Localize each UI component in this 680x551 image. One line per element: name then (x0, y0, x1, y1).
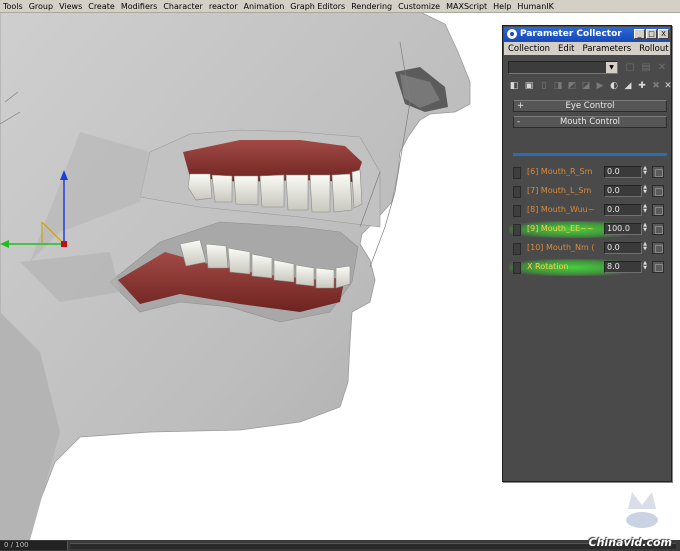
add-selected-icon[interactable]: ▣ (523, 80, 535, 92)
param-label: [10] Mouth_Nm ( (527, 243, 595, 252)
rollout-divider (513, 153, 667, 156)
dialog-menubar: Collection Edit Parameters Rollout (504, 42, 670, 55)
param-select-checkbox[interactable] (513, 243, 521, 255)
parameter-collector-dialog: Parameter Collector _ □ X Collection Edi… (502, 25, 672, 482)
app-icon (507, 29, 517, 39)
rollout-label: Mouth Control (559, 117, 621, 127)
param-select-checkbox[interactable] (513, 167, 521, 179)
param-row[interactable]: X Rotation 8.0 ▲ ▼ (509, 259, 667, 276)
chevron-down-icon[interactable]: ▼ (606, 62, 617, 73)
move-down-icon[interactable]: ◩ (566, 80, 578, 92)
rollout-collapse-icon: - (517, 117, 521, 127)
minimize-button[interactable]: _ (634, 29, 645, 39)
param-row[interactable]: [8] Mouth_Wuu~ 0.0 ▲ ▼ (513, 203, 667, 218)
dialog-title: Parameter Collector (520, 29, 622, 39)
param-value-field[interactable]: 100.0 (604, 223, 642, 235)
delete-all-icon[interactable]: ✕ (662, 80, 674, 92)
collection-row: ▼ ▢ ▤ ✕ (508, 60, 668, 76)
param-spinner[interactable]: ▲ ▼ (642, 242, 648, 254)
main-menubar: Tools Group Views Create Modifiers Chara… (0, 0, 680, 13)
key-icon[interactable] (652, 261, 664, 273)
watermark-logo (626, 492, 658, 528)
watermark-text: Chinavid.com (588, 536, 672, 549)
collector-toolbar: ◧ ▣ ▯ ◨ ◩ ◪ ▶ ◐ ◢ ✚ ✖ ✕ (508, 80, 672, 94)
delete-collection-icon[interactable]: ✕ (656, 61, 668, 74)
menu-character[interactable]: Character (160, 2, 206, 11)
menu-maxscript[interactable]: MAXScript (443, 2, 490, 11)
menu-reactor[interactable]: reactor (206, 2, 241, 11)
param-label: [8] Mouth_Wuu~ (527, 205, 595, 214)
param-value-field[interactable]: 0.0 (604, 166, 642, 178)
menu-help[interactable]: Help (490, 2, 514, 11)
param-spinner[interactable]: ▲ ▼ (642, 166, 648, 178)
menu-customize[interactable]: Customize (395, 2, 443, 11)
rollout-expand-icon: + (517, 101, 525, 111)
new-collection-icon[interactable]: ▢ (624, 61, 636, 74)
add-parameter-icon[interactable]: ◧ (508, 80, 520, 92)
menu-graph-editors[interactable]: Graph Editors (287, 2, 348, 11)
param-value-field[interactable]: 0.0 (604, 185, 642, 197)
menu-parameters[interactable]: Parameters (579, 44, 636, 54)
add-rollout-icon[interactable]: ◢ (622, 80, 634, 92)
menu-humanik[interactable]: HumanIK (514, 2, 556, 11)
maximize-button[interactable]: □ (646, 29, 657, 39)
key-icon[interactable] (652, 166, 664, 178)
rollout-mouth-control[interactable]: - Mouth Control (513, 116, 667, 128)
menu-animation[interactable]: Animation (241, 2, 288, 11)
menu-rollout[interactable]: Rollout (635, 44, 672, 54)
menu-tools[interactable]: Tools (0, 2, 26, 11)
rollout-eye-control[interactable]: + Eye Control (513, 100, 667, 112)
select-objects-icon[interactable]: ▯ (538, 80, 550, 92)
key-icon[interactable] (652, 242, 664, 254)
param-label: [6] Mouth_R_Sm (527, 167, 593, 176)
param-spinner[interactable]: ▲ ▼ (642, 261, 648, 273)
time-slider-bar[interactable]: 0 / 100 (0, 540, 680, 551)
collection-dropdown[interactable]: ▼ (508, 61, 618, 74)
param-label: X Rotation (527, 262, 569, 271)
key-icon[interactable] (652, 185, 664, 197)
param-spinner[interactable]: ▲ ▼ (642, 185, 648, 197)
menu-edit[interactable]: Edit (554, 44, 578, 54)
param-select-checkbox[interactable] (513, 205, 521, 217)
menu-modifiers[interactable]: Modifiers (118, 2, 161, 11)
close-button[interactable]: X (658, 29, 669, 39)
param-value-field[interactable]: 0.0 (604, 242, 642, 254)
dialog-body: ▼ ▢ ▤ ✕ ◧ ▣ ▯ ◨ ◩ ◪ ▶ ◐ ◢ ✚ ✖ ✕ + Eye Co… (506, 58, 672, 478)
move-up-icon[interactable]: ◨ (552, 80, 564, 92)
key-icon[interactable] (652, 223, 664, 235)
menu-group[interactable]: Group (26, 2, 56, 11)
dialog-titlebar[interactable]: Parameter Collector _ □ X (504, 27, 670, 41)
reset-selected-icon[interactable]: ▶ (594, 80, 606, 92)
rollout-label: Eye Control (565, 101, 615, 111)
param-select-checkbox[interactable] (513, 224, 521, 236)
param-label: [7] Mouth_L_Sm (527, 186, 592, 195)
menu-create[interactable]: Create (85, 2, 118, 11)
menu-rendering[interactable]: Rendering (348, 2, 395, 11)
param-row[interactable]: [10] Mouth_Nm ( 0.0 ▲ ▼ (513, 241, 667, 256)
menu-views[interactable]: Views (56, 2, 85, 11)
param-value-field[interactable]: 0.0 (604, 204, 642, 216)
add-parameter-plus-icon[interactable]: ✚ (636, 80, 648, 92)
time-slider-track[interactable] (70, 543, 676, 549)
key-icon[interactable] (652, 204, 664, 216)
param-spinner[interactable]: ▲ ▼ (642, 223, 648, 235)
param-label: [9] Mouth_EE~~ (527, 224, 594, 233)
param-row[interactable]: [9] Mouth_EE~~ 100.0 ▲ ▼ (509, 221, 667, 238)
param-row[interactable]: [7] Mouth_L_Sm 0.0 ▲ ▼ (513, 184, 667, 199)
key-selected-icon[interactable]: ◪ (580, 80, 592, 92)
param-select-checkbox[interactable] (513, 262, 521, 274)
frame-counter[interactable]: 0 / 100 (0, 541, 68, 550)
duplicate-collection-icon[interactable]: ▤ (640, 61, 652, 74)
param-select-checkbox[interactable] (513, 186, 521, 198)
param-value-field[interactable]: 8.0 (604, 261, 642, 273)
remove-icon[interactable]: ✖ (650, 80, 662, 92)
multi-edit-icon[interactable]: ◐ (608, 80, 620, 92)
menu-collection[interactable]: Collection (504, 44, 554, 54)
param-row[interactable]: [6] Mouth_R_Sm 0.0 ▲ ▼ (513, 165, 667, 180)
param-spinner[interactable]: ▲ ▼ (642, 204, 648, 216)
